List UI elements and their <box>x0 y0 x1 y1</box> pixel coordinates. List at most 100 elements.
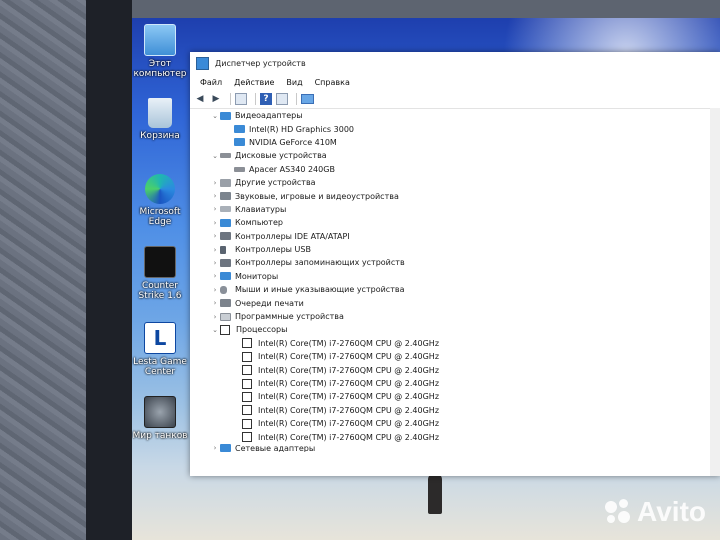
fabric-background <box>0 0 86 540</box>
tree-category-usb[interactable]: › Контроллеры USB <box>190 243 720 256</box>
chevron-right-icon[interactable]: › <box>210 299 220 307</box>
chevron-right-icon[interactable]: › <box>210 232 220 240</box>
lesta-icon: L <box>144 322 176 354</box>
desktop-icon-label: Lesta Game Center <box>133 357 187 377</box>
watermark-text: Avito <box>637 496 706 527</box>
tree-device[interactable]: Apacer AS340 240GB <box>190 163 720 176</box>
chevron-right-icon[interactable]: › <box>210 444 220 452</box>
tree-category-network[interactable]: › Сетевые адаптеры <box>190 443 720 452</box>
display-adapter-icon <box>220 111 231 120</box>
tree-category-sound[interactable]: › Звуковые, игровые и видеоустройства <box>190 189 720 202</box>
help-icon[interactable]: ? <box>260 93 272 105</box>
tree-device[interactable]: Intel(R) HD Graphics 3000 <box>190 122 720 135</box>
forward-arrow-icon[interactable]: ▶ <box>210 93 222 105</box>
device-manager-icon <box>196 56 209 70</box>
tanks-icon <box>144 396 176 428</box>
toolbar: ◀ ▶ ? <box>190 90 720 109</box>
category-label: Программные устройства <box>235 312 344 322</box>
usb-icon <box>220 245 226 254</box>
tree-category-monitors[interactable]: › Мониторы <box>190 270 720 283</box>
category-label: Очереди печати <box>235 298 304 308</box>
vertical-scrollbar[interactable] <box>710 108 720 476</box>
tree-category-print-queues[interactable]: › Очереди печати <box>190 296 720 309</box>
tree-device[interactable]: Intel(R) Core(TM) i7-2760QM CPU @ 2.40GH… <box>190 337 720 350</box>
device-label: Intel(R) Core(TM) i7-2760QM CPU @ 2.40GH… <box>258 365 440 375</box>
processor-icon <box>242 351 252 362</box>
tree-device[interactable]: Intel(R) Core(TM) i7-2760QM CPU @ 2.40GH… <box>190 363 720 376</box>
desktop-icon-lesta[interactable]: L Lesta Game Center <box>132 322 190 377</box>
window-title: Диспетчер устройств <box>215 58 306 68</box>
tree-device[interactable]: Intel(R) Core(TM) i7-2760QM CPU @ 2.40GH… <box>190 377 720 390</box>
tree-category-processors[interactable]: ⌄ Процессоры <box>190 323 720 336</box>
device-label: NVIDIA GeForce 410M <box>249 137 337 147</box>
chevron-right-icon[interactable]: › <box>210 205 220 213</box>
menu-view[interactable]: Вид <box>286 78 302 87</box>
menu-help[interactable]: Справка <box>315 78 350 87</box>
storage-controller-icon <box>220 258 231 267</box>
processor-icon <box>220 324 230 335</box>
printer-icon <box>220 299 231 308</box>
tree-category-keyboards[interactable]: › Клавиатуры <box>190 203 720 216</box>
disk-drive-icon <box>234 166 245 172</box>
menu-file[interactable]: Файл <box>200 78 222 87</box>
desktop-icon-counter-strike[interactable]: Counter Strike 1.6 <box>132 246 190 301</box>
chevron-down-icon[interactable]: ⌄ <box>210 326 220 334</box>
tree-device[interactable]: Intel(R) Core(TM) i7-2760QM CPU @ 2.40GH… <box>190 390 720 403</box>
chevron-right-icon[interactable]: › <box>210 272 220 280</box>
tree-category-mice[interactable]: › Мыши и иные указывающие устройства <box>190 283 720 296</box>
tree-category-other-devices[interactable]: › Другие устройства <box>190 176 720 189</box>
toolbar-separator <box>255 93 256 105</box>
display-adapter-icon <box>234 138 245 147</box>
category-label: Мыши и иные указывающие устройства <box>235 285 405 295</box>
chevron-down-icon[interactable]: ⌄ <box>210 112 220 120</box>
tree-device[interactable]: Intel(R) Core(TM) i7-2760QM CPU @ 2.40GH… <box>190 404 720 417</box>
chevron-right-icon[interactable]: › <box>210 179 220 187</box>
properties-icon[interactable] <box>235 93 247 105</box>
title-bar[interactable]: Диспетчер устройств <box>190 52 720 74</box>
desktop-icon-label: Counter Strike 1.6 <box>138 281 182 301</box>
keyboard-icon <box>220 206 231 213</box>
menu-action[interactable]: Действие <box>234 78 274 87</box>
device-label: Intel(R) HD Graphics 3000 <box>249 124 355 134</box>
device-label: Intel(R) Core(TM) i7-2760QM CPU @ 2.40GH… <box>258 419 440 429</box>
desktop-icon-this-pc[interactable]: Этот компьютер <box>132 24 190 79</box>
chevron-right-icon[interactable]: › <box>210 246 220 254</box>
device-manager-window[interactable]: Диспетчер устройств Файл Действие Вид Сп… <box>190 52 720 476</box>
tree-device[interactable]: Intel(R) Core(TM) i7-2760QM CPU @ 2.40GH… <box>190 430 720 443</box>
processor-icon <box>242 338 252 349</box>
ide-controller-icon <box>220 232 231 241</box>
category-label: Контроллеры запоминающих устройств <box>235 258 405 268</box>
chevron-right-icon[interactable]: › <box>210 313 220 321</box>
desktop-icon-recycle-bin[interactable]: Корзина <box>132 98 190 141</box>
processor-icon <box>242 391 252 402</box>
back-arrow-icon[interactable]: ◀ <box>194 93 206 105</box>
tree-category-storage-controllers[interactable]: › Контроллеры запоминающих устройств <box>190 256 720 269</box>
desktop-icon-edge[interactable]: Microsoft Edge <box>132 174 190 227</box>
tree-category-disks[interactable]: ⌄ Дисковые устройства <box>190 149 720 162</box>
scan-hardware-icon[interactable] <box>301 94 314 104</box>
device-label: Intel(R) Core(TM) i7-2760QM CPU @ 2.40GH… <box>258 352 440 362</box>
tree-device[interactable]: Intel(R) Core(TM) i7-2760QM CPU @ 2.40GH… <box>190 350 720 363</box>
chevron-right-icon[interactable]: › <box>210 219 220 227</box>
tree-category-video[interactable]: ⌄ Видеоадаптеры <box>190 109 720 122</box>
tree-category-computer[interactable]: › Компьютер <box>190 216 720 229</box>
edge-icon <box>145 174 175 204</box>
chevron-right-icon[interactable]: › <box>210 286 220 294</box>
recycle-bin-icon <box>148 98 172 128</box>
tree-device[interactable]: NVIDIA GeForce 410M <box>190 136 720 149</box>
processor-icon <box>242 365 252 376</box>
device-label: Intel(R) Core(TM) i7-2760QM CPU @ 2.40GH… <box>258 338 440 348</box>
tree-category-ide[interactable]: › Контроллеры IDE ATA/ATAPI <box>190 230 720 243</box>
chevron-right-icon[interactable]: › <box>210 259 220 267</box>
device-tree: ⌄ Видеоадаптеры Intel(R) HD Graphics 300… <box>190 109 720 452</box>
disk-drive-icon <box>220 153 231 159</box>
display-adapter-icon <box>234 125 245 134</box>
chevron-right-icon[interactable]: › <box>210 192 220 200</box>
desktop-icon-world-of-tanks[interactable]: Мир танков <box>132 396 190 441</box>
category-label: Дисковые устройства <box>235 151 327 161</box>
network-adapter-icon <box>220 443 231 452</box>
chevron-down-icon[interactable]: ⌄ <box>210 152 220 160</box>
tree-device[interactable]: Intel(R) Core(TM) i7-2760QM CPU @ 2.40GH… <box>190 417 720 430</box>
update-driver-icon[interactable] <box>276 93 288 105</box>
tree-category-software-devices[interactable]: › Программные устройства <box>190 310 720 323</box>
